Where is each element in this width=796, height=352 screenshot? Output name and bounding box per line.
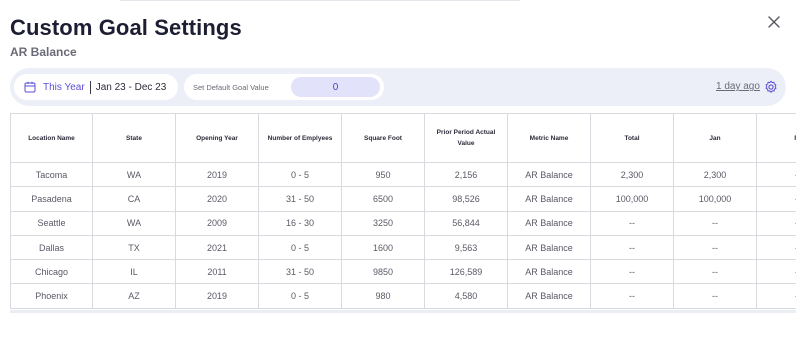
table-cell: WA [92, 210, 176, 236]
table-cell: 1600 [341, 234, 425, 261]
goal-cell[interactable]: -- [756, 210, 796, 236]
table-cell: 2021 [175, 234, 259, 261]
goal-cell[interactable]: 100,000 [673, 186, 757, 212]
table-cell: TX [92, 234, 176, 261]
default-goal-input[interactable] [291, 77, 380, 97]
table-cell: Dallas [10, 234, 93, 261]
table-cell: 6500 [341, 186, 425, 212]
table-cell: 0 - 5 [258, 161, 342, 188]
horizontal-scrollbar[interactable] [10, 310, 796, 313]
table-cell: 98,526 [424, 186, 508, 212]
goal-table: Location Name State Opening Year Number … [10, 113, 796, 309]
goal-cell[interactable]: 100,000 [590, 186, 674, 212]
table-cell: 31 - 50 [258, 259, 342, 285]
table-cell: 2019 [175, 283, 259, 309]
goal-cell[interactable]: -- [673, 283, 757, 309]
goal-cell[interactable]: -- [590, 283, 674, 309]
table-cell: AR Balance [507, 186, 591, 212]
goal-cell[interactable]: -- [590, 210, 674, 236]
table-cell: 56,844 [424, 210, 508, 236]
table-cell: IL [92, 259, 176, 285]
dialog-subtitle: AR Balance [10, 45, 77, 59]
table-cell: AR Balance [507, 234, 591, 261]
table-cell: 126,589 [424, 259, 508, 285]
column-header[interactable]: Jan [673, 113, 757, 163]
table-cell: AZ [92, 283, 176, 309]
column-header[interactable]: Location Name [10, 113, 93, 163]
date-range-label: Jan 23 - Dec 23 [95, 81, 167, 93]
table-cell: 0 - 5 [258, 234, 342, 261]
table-cell: Chicago [10, 259, 93, 285]
default-goal-control: Set Default Goal Value [184, 74, 384, 100]
column-header[interactable]: Number of Emplyees [258, 113, 342, 163]
table-row: Dallas TX 2021 0 - 5 1600 9,563 AR Balan… [10, 234, 796, 261]
goal-cell[interactable]: -- [673, 210, 757, 236]
calendar-icon [24, 81, 36, 93]
table-cell: Pasadena [10, 186, 93, 212]
goal-cell[interactable]: -- [673, 234, 757, 261]
table-row: Tacoma WA 2019 0 - 5 950 2,156 AR Balanc… [10, 161, 796, 188]
table-cell: 16 - 30 [258, 210, 342, 236]
goal-cell[interactable]: -- [673, 259, 757, 285]
top-divider [120, 0, 520, 1]
last-updated-link[interactable]: 1 day ago [716, 81, 760, 92]
divider [89, 80, 91, 94]
table-cell: WA [92, 161, 176, 188]
goal-cell[interactable]: 2,300 [673, 161, 757, 188]
goal-cell[interactable]: -- [756, 283, 796, 309]
column-header[interactable]: State [92, 113, 176, 163]
period-label: This Year [43, 81, 85, 93]
table-cell: AR Balance [507, 259, 591, 285]
goal-cell[interactable]: -- [590, 259, 674, 285]
table-header-row: Location Name State Opening Year Number … [10, 113, 796, 163]
table-cell: 4,580 [424, 283, 508, 309]
default-goal-label: Set Default Goal Value [193, 82, 269, 92]
table-cell: 980 [341, 283, 425, 309]
table-cell: AR Balance [507, 283, 591, 309]
table-cell: 2011 [175, 259, 259, 285]
table-cell: Seattle [10, 210, 93, 236]
gear-icon[interactable] [764, 80, 778, 94]
table-cell: 0 - 5 [258, 283, 342, 309]
table-cell: 2009 [175, 210, 259, 236]
goal-cell[interactable]: -- [756, 259, 796, 285]
table-row: Chicago IL 2011 31 - 50 9850 126,589 AR … [10, 259, 796, 285]
table-cell: Phoenix [10, 283, 93, 309]
goal-cell[interactable]: 2,300 [590, 161, 674, 188]
table-cell: 31 - 50 [258, 186, 342, 212]
table-row: Pasadena CA 2020 31 - 50 6500 98,526 AR … [10, 186, 796, 212]
table-row: Phoenix AZ 2019 0 - 5 980 4,580 AR Balan… [10, 283, 796, 309]
table-cell: 3250 [341, 210, 425, 236]
column-header[interactable]: Total [590, 113, 674, 163]
table-cell: 2019 [175, 161, 259, 188]
table-cell: 2,156 [424, 161, 508, 188]
column-header[interactable]: Opening Year [175, 113, 259, 163]
table-cell: Tacoma [10, 161, 93, 188]
date-range-picker[interactable]: This Year Jan 23 - Dec 23 [14, 74, 178, 100]
table-cell: 9850 [341, 259, 425, 285]
column-header[interactable]: Fe [756, 113, 796, 163]
column-header[interactable]: Prior Period Actual Value [424, 113, 508, 163]
column-header[interactable]: Metric Name [507, 113, 591, 163]
table-cell: 9,563 [424, 234, 508, 261]
table-cell: 950 [341, 161, 425, 188]
column-header[interactable]: Square Foot [341, 113, 425, 163]
filter-bar: This Year Jan 23 - Dec 23 Set Default Go… [10, 68, 786, 106]
table-cell: AR Balance [507, 161, 591, 188]
dialog-title: Custom Goal Settings [10, 15, 242, 40]
goal-cell[interactable]: -- [756, 234, 796, 261]
table-cell: CA [92, 186, 176, 212]
goal-cell[interactable]: -- [756, 161, 796, 188]
goal-table-container[interactable]: Location Name State Opening Year Number … [10, 113, 796, 310]
table-row: Seattle WA 2009 16 - 30 3250 56,844 AR B… [10, 210, 796, 236]
goal-cell[interactable]: -- [756, 186, 796, 212]
goal-cell[interactable]: -- [590, 234, 674, 261]
table-cell: AR Balance [507, 210, 591, 236]
close-icon[interactable] [764, 12, 784, 32]
table-cell: 2020 [175, 186, 259, 212]
